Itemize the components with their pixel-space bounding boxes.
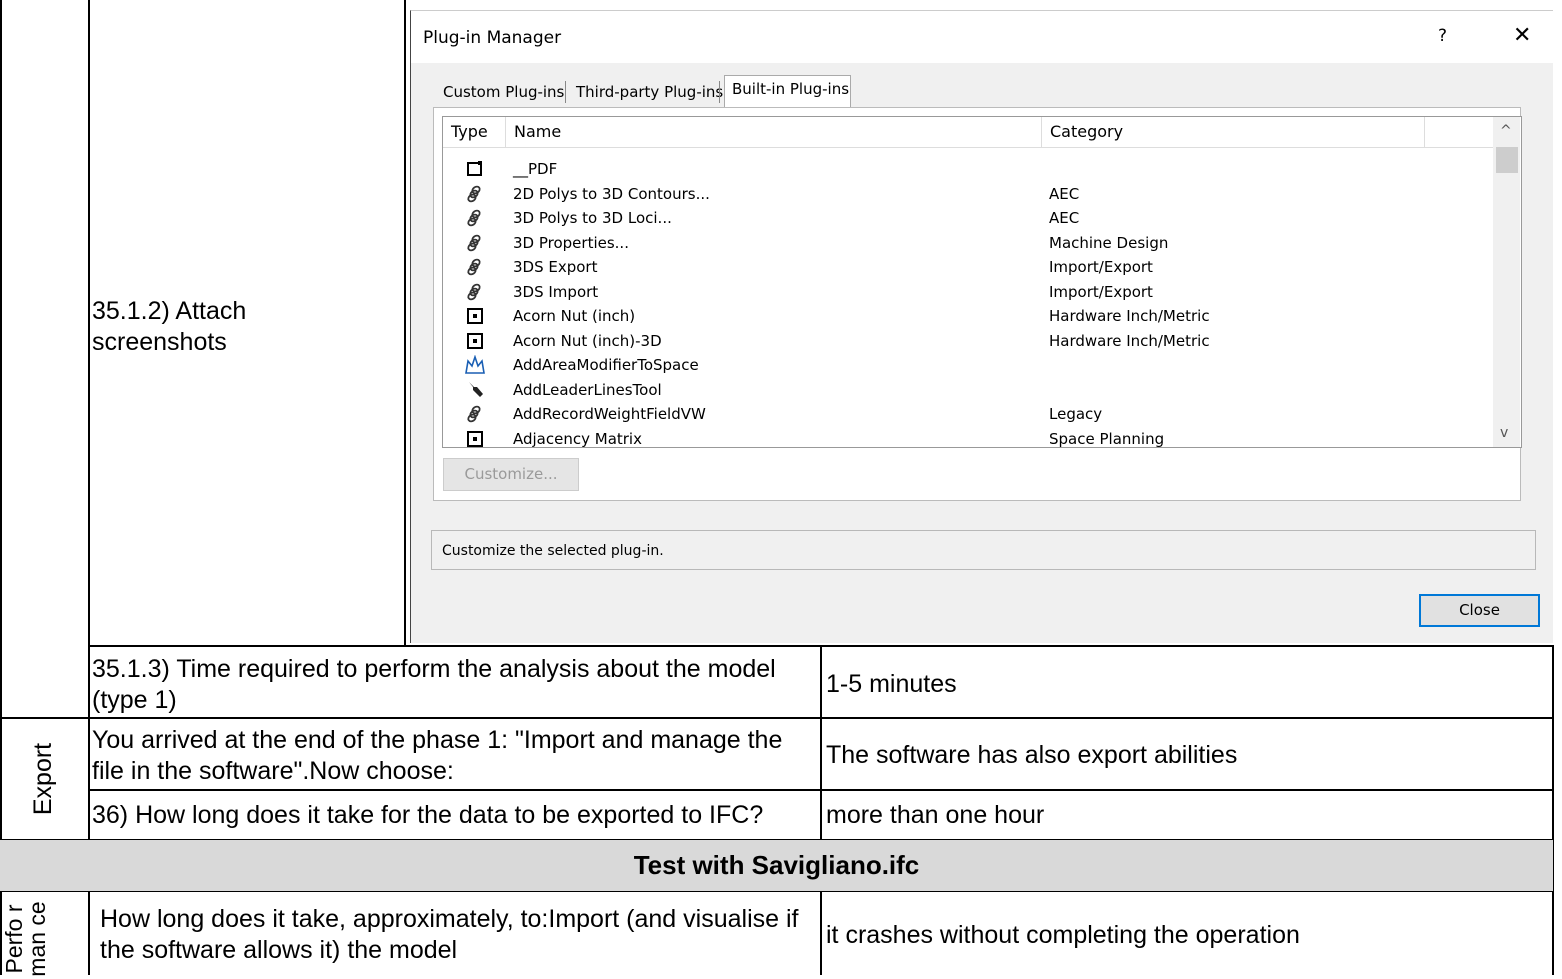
plugin-row[interactable]: Acorn Nut (inch)-3D Hardware Inch/Metric (443, 329, 1493, 353)
grid-line (404, 0, 406, 645)
column-header-type[interactable]: Type (443, 117, 506, 147)
grid-line (820, 891, 822, 975)
chain-link-icon (465, 257, 485, 277)
grid-line (820, 645, 822, 840)
plugin-row[interactable]: AddLeaderLinesTool (443, 378, 1493, 402)
plugin-category: Import/Export (1049, 282, 1153, 301)
tab-custom-plugins[interactable]: Custom Plug-ins (437, 78, 570, 106)
plugin-name: 3D Properties... (513, 233, 629, 252)
scrollbar-thumb[interactable] (1496, 147, 1518, 173)
scroll-down-icon[interactable]: v (1500, 425, 1508, 441)
time-required-question: 35.1.3) Time required to perform the ana… (92, 655, 776, 714)
customize-button[interactable]: Customize... (443, 458, 579, 491)
plugin-category: Hardware Inch/Metric (1049, 307, 1210, 325)
tab-separator (719, 81, 720, 103)
chain-link-icon (465, 184, 485, 204)
ifc-export-answer: more than one hour (826, 801, 1045, 829)
object-plugin-icon (465, 331, 485, 351)
grid-line (1552, 645, 1554, 975)
time-required-answer: 1-5 minutes (826, 670, 957, 698)
plugin-name: 2D Polys to 3D Contours... (513, 184, 710, 203)
plugin-row[interactable]: AddRecordWeightFieldVW Legacy (443, 402, 1493, 426)
scroll-up-icon[interactable]: ^ (1500, 123, 1512, 139)
attach-screenshots-question: 35.1.2) Attach screenshots (92, 297, 247, 356)
grid-line (0, 0, 2, 975)
plugin-category: AEC (1049, 184, 1080, 203)
object-plugin-icon (465, 306, 485, 326)
grid-line (88, 0, 90, 840)
plugin-manager-dialog: Plug-in Manager ? ✕ Custom Plug-ins Thir… (410, 10, 1553, 643)
pdf-plugin-icon (465, 159, 485, 179)
plugin-row[interactable]: 3DS Export Import/Export (443, 255, 1493, 279)
plugin-name: __PDF (513, 160, 558, 178)
dialog-title: Plug-in Manager (423, 28, 562, 48)
wrench-icon (465, 380, 485, 400)
area-modifier-icon (465, 354, 485, 375)
phase-end-answer: The software has also export abilities (826, 741, 1238, 769)
plugin-name: AddLeaderLinesTool (513, 380, 662, 399)
plugin-row[interactable]: 3D Properties... Machine Design (443, 231, 1493, 255)
column-header-name[interactable]: Name (506, 117, 1042, 147)
status-description: Customize the selected plug-in. (431, 530, 1536, 570)
plugin-category: Import/Export (1049, 258, 1153, 276)
plugin-row[interactable]: 3DS Import Import/Export (443, 280, 1493, 304)
dialog-titlebar: Plug-in Manager ? ✕ (411, 11, 1553, 63)
header-divider (443, 147, 1493, 148)
plugin-row[interactable]: Acorn Nut (inch) Hardware Inch/Metric (443, 304, 1493, 328)
plugin-category: Space Planning (1049, 429, 1165, 448)
plugin-name: 3DS Import (513, 282, 599, 301)
chain-link-icon (465, 404, 485, 424)
phase-end-question: You arrived at the end of the phase 1: "… (92, 726, 783, 785)
grid-line (88, 891, 90, 975)
plugin-row[interactable]: __PDF (443, 157, 1493, 181)
plugin-name: Adjacency Matrix (513, 429, 642, 448)
plugin-row[interactable]: Adjacency Matrix Space Planning (443, 427, 1493, 448)
tab-separator (565, 81, 566, 103)
tab-third-party-plugins[interactable]: Third-party Plug-ins (570, 78, 729, 106)
chain-link-icon (465, 208, 485, 228)
export-section-label: Export (29, 742, 57, 816)
plugin-category: Hardware Inch/Metric (1049, 331, 1210, 350)
plugin-name: 3DS Export (513, 258, 598, 276)
chain-link-icon (465, 282, 485, 302)
plugin-category: Legacy (1049, 405, 1103, 423)
section-title: Test with Savigliano.ifc (633, 850, 920, 880)
import-time-answer: it crashes without completing the operat… (826, 921, 1300, 949)
plugin-row[interactable]: 2D Polys to 3D Contours... AEC (443, 182, 1493, 206)
close-icon[interactable]: ✕ (1513, 23, 1531, 48)
plugin-name: AddRecordWeightFieldVW (513, 405, 706, 423)
plugin-row[interactable]: AddAreaModifierToSpace (443, 353, 1493, 377)
grid-line (0, 717, 1553, 719)
column-header-category[interactable]: Category (1042, 117, 1425, 147)
plugin-name: Acorn Nut (inch) (513, 307, 636, 325)
object-plugin-icon (465, 429, 485, 448)
ifc-export-question: 36) How long does it take for the data t… (92, 801, 764, 829)
plugin-name: Acorn Nut (inch)-3D (513, 331, 662, 350)
plugin-category: AEC (1049, 209, 1080, 227)
close-button[interactable]: Close (1419, 594, 1540, 627)
tab-built-in-plugins[interactable]: Built-in Plug-ins (726, 75, 855, 103)
plugin-list[interactable]: Type Name Category __PDF 2D Polys to 3D C… (442, 116, 1522, 448)
plugin-category: Machine Design (1049, 233, 1169, 252)
plugin-row[interactable]: 3D Polys to 3D Loci... AEC (443, 206, 1493, 230)
plugin-name: AddAreaModifierToSpace (513, 356, 699, 374)
performance-section-label: Perfo rman ce (1, 901, 50, 977)
plugin-name: 3D Polys to 3D Loci... (513, 209, 672, 227)
import-time-question: How long does it take, approximately, to… (100, 905, 799, 964)
help-button[interactable]: ? (1438, 26, 1447, 46)
chain-link-icon (465, 233, 485, 253)
